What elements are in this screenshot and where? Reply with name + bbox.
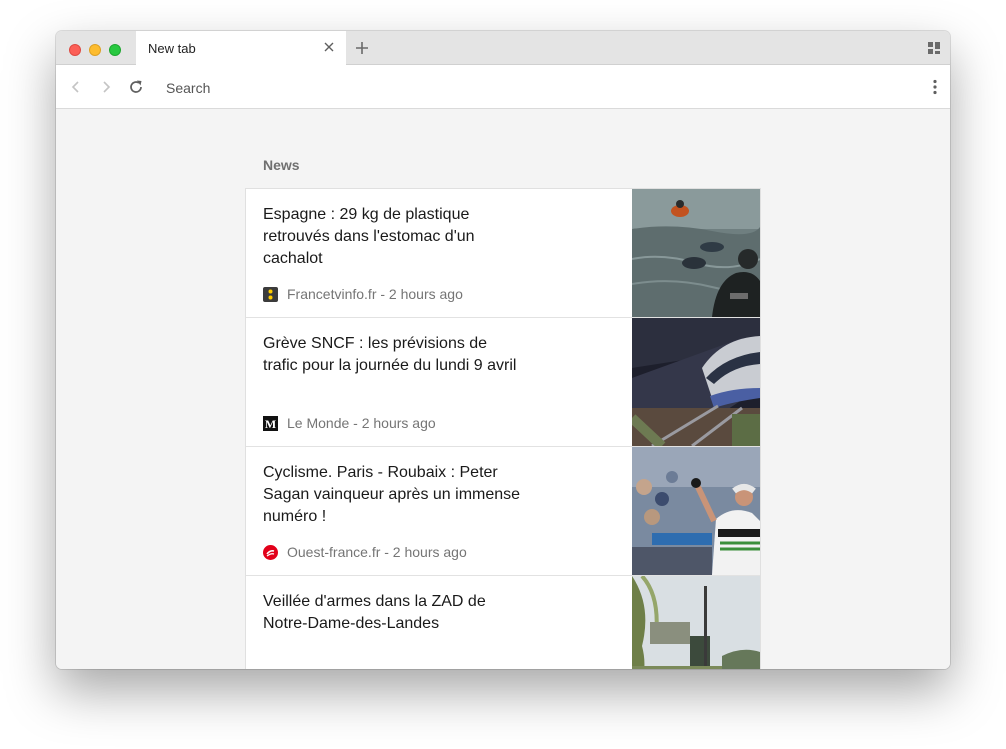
cyclist-celebrating-image: [632, 447, 760, 575]
search-input[interactable]: [164, 77, 868, 99]
news-card[interactable]: Veillée d'armes dans la ZAD de Notre-Dam…: [246, 576, 760, 669]
divers-in-water-image: [632, 189, 760, 317]
close-window-button[interactable]: [69, 44, 81, 56]
news-headline[interactable]: Espagne : 29 kg de plastique retrouvés d…: [263, 204, 523, 270]
tab-new-tab[interactable]: New tab: [136, 31, 346, 66]
news-source: M Le Monde - 2 hours ago: [263, 414, 436, 432]
toolbar: [56, 65, 950, 109]
minimize-window-button[interactable]: [89, 44, 101, 56]
news-card[interactable]: Grève SNCF : les prévisions de trafic po…: [246, 318, 760, 447]
tab-title: New tab: [148, 41, 196, 56]
news-card-list: Espagne : 29 kg de plastique retrouvés d…: [246, 189, 760, 669]
new-tab-page: News Espagne : 29 kg de plastique retrou…: [56, 109, 950, 669]
news-headline[interactable]: Veillée d'armes dans la ZAD de Notre-Dam…: [263, 591, 523, 635]
tab-overview-icon[interactable]: [928, 42, 940, 54]
browser-window: New tab Search News Espagne: 29 kg de p…: [56, 31, 950, 669]
tgv-train-image: [632, 318, 760, 446]
news-source: Ouest-france.fr - 2 hours ago: [263, 543, 467, 561]
new-tab-plus-icon[interactable]: [354, 40, 370, 56]
close-tab-icon[interactable]: [322, 40, 336, 54]
news-card[interactable]: Cyclisme. Paris - Roubaix : Peter Sagan …: [246, 447, 760, 576]
tab-strip: New tab: [56, 31, 950, 66]
reload-icon[interactable]: [128, 79, 144, 95]
news-headline[interactable]: Cyclisme. Paris - Roubaix : Peter Sagan …: [263, 462, 523, 528]
news-source-label: Ouest-france.fr - 2 hours ago: [287, 544, 467, 560]
ouest-france-icon: [263, 544, 278, 560]
news-source: Francetvinfo.fr - 2 hours ago: [263, 285, 463, 303]
news-source-label: Le Monde - 2 hours ago: [287, 415, 436, 431]
zad-trees-image: [632, 576, 760, 669]
news-headline[interactable]: Grève SNCF : les prévisions de trafic po…: [263, 333, 523, 377]
news-section-title: News: [263, 157, 300, 173]
back-arrow-icon[interactable]: [68, 79, 84, 95]
more-menu-icon[interactable]: [932, 79, 938, 95]
svg-text:M: M: [265, 417, 276, 431]
forward-arrow-icon[interactable]: [98, 79, 114, 95]
news-source-label: Francetvinfo.fr - 2 hours ago: [287, 286, 463, 302]
news-card[interactable]: Espagne : 29 kg de plastique retrouvés d…: [246, 189, 760, 318]
le-monde-icon: M: [263, 415, 278, 431]
francetvinfo-icon: [263, 286, 278, 302]
maximize-window-button[interactable]: [109, 44, 121, 56]
